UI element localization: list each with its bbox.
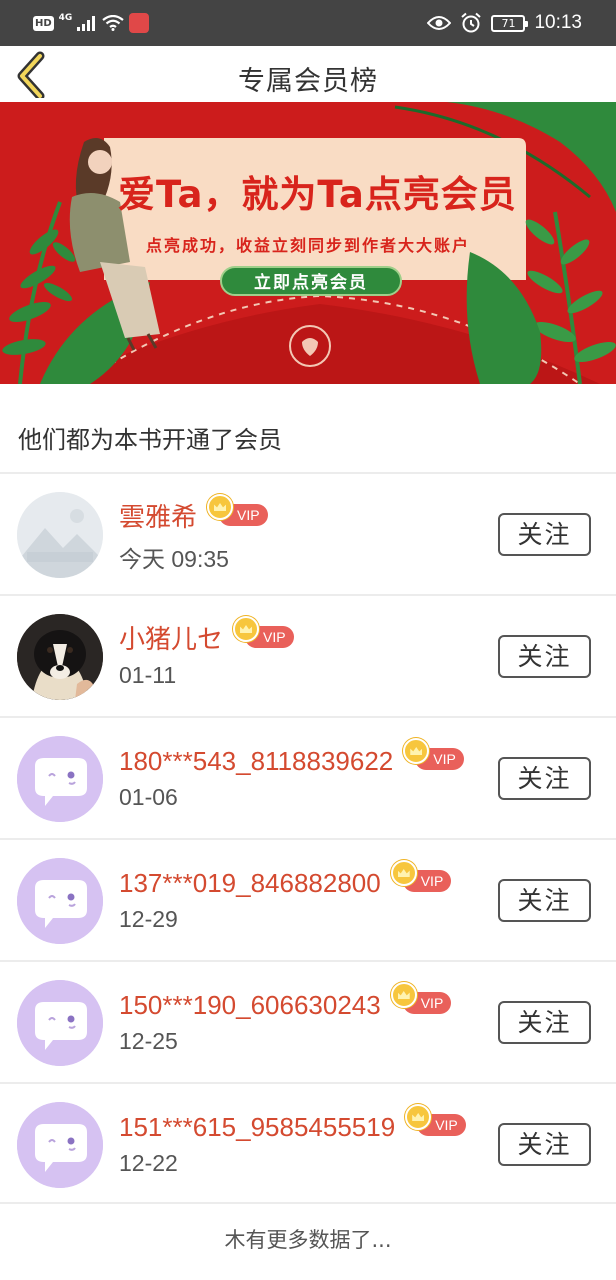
crown-icon xyxy=(390,982,417,1008)
list-item: 137***019_846882800 VIP 12-29 关注 xyxy=(0,840,616,960)
section-title: 他们都为本书开通了会员 xyxy=(18,426,282,454)
vip-badge: VIP xyxy=(405,1104,466,1136)
page-title: 专属会员榜 xyxy=(238,66,378,97)
chat-bubble-face-icon xyxy=(17,858,103,944)
member-time: 12-29 xyxy=(119,906,178,932)
promo-banner[interactable]: 爱Ta，就为Ta点亮会员 点亮成功，收益立刻同步到作者大大账户 立即点亮会员 xyxy=(0,102,616,384)
header: 专属会员榜 xyxy=(0,46,616,102)
list-item: 180***543_8118839622 VIP 01-06 关注 xyxy=(0,718,616,838)
list-item: 151***615_9585455519 VIP 12-22 关注 xyxy=(0,1084,616,1204)
avatar[interactable] xyxy=(17,980,103,1066)
banner-title: 爱Ta，就为Ta点亮会员 xyxy=(118,173,517,216)
battery-icon: 71 xyxy=(491,14,529,32)
member-name: 137***019_846882800 VIP xyxy=(119,860,452,899)
avatar[interactable] xyxy=(17,492,103,578)
member-name: 180***543_8118839622 VIP xyxy=(119,738,464,777)
member-time: 01-06 xyxy=(119,784,178,810)
vip-badge: VIP xyxy=(233,616,294,648)
follow-button[interactable]: 关注 xyxy=(498,1123,591,1166)
status-bar: HD 4G 71 10:13 xyxy=(0,0,616,46)
chat-bubble-face-icon xyxy=(17,736,103,822)
member-time: 12-22 xyxy=(119,1150,178,1176)
avatar[interactable] xyxy=(17,736,103,822)
vip-badge: VIP xyxy=(390,982,452,1014)
member-time: 01-11 xyxy=(119,662,177,688)
activate-membership-button[interactable]: 立即点亮会员 xyxy=(220,266,402,296)
dog-photo-icon xyxy=(17,614,103,700)
landscape-placeholder-icon xyxy=(17,492,103,578)
follow-button[interactable]: 关注 xyxy=(498,513,591,556)
divider xyxy=(0,1202,616,1204)
vip-badge: VIP xyxy=(390,860,452,892)
member-name: 雲雅希 VIP xyxy=(119,494,268,534)
follow-button[interactable]: 关注 xyxy=(498,879,591,922)
avatar[interactable] xyxy=(17,614,103,700)
status-bar-left: HD 4G xyxy=(33,12,150,34)
crown-icon xyxy=(390,860,417,886)
no-more-data-text: 木有更多数据了... xyxy=(224,1228,392,1252)
crown-icon xyxy=(207,494,234,520)
status-bar-right: 71 10:13 xyxy=(427,10,582,36)
follow-button[interactable]: 关注 xyxy=(498,1001,591,1044)
member-name: 小猪儿セ VIP xyxy=(119,616,294,656)
app-notification-icon xyxy=(129,13,150,33)
eye-icon xyxy=(427,16,452,30)
banner-subtitle: 点亮成功，收益立刻同步到作者大大账户 xyxy=(146,236,471,255)
member-name: 150***190_606630243 VIP xyxy=(119,982,452,1021)
alarm-icon xyxy=(461,12,482,33)
network-type: 4G xyxy=(58,13,73,23)
member-time: 今天 09:35 xyxy=(119,546,229,572)
wifi-icon xyxy=(102,15,125,31)
follow-button[interactable]: 关注 xyxy=(498,757,591,800)
hd-icon: HD xyxy=(33,15,54,31)
list-item: 雲雅希 VIP 今天 09:35 关注 xyxy=(0,474,616,594)
member-name: 151***615_9585455519 VIP xyxy=(119,1104,466,1143)
crown-icon xyxy=(233,616,260,642)
avatar[interactable] xyxy=(17,1102,103,1188)
vip-badge: VIP xyxy=(403,738,464,770)
list-item: 150***190_606630243 VIP 12-25 关注 xyxy=(0,962,616,1082)
chat-bubble-face-icon xyxy=(17,980,103,1066)
vip-badge: VIP xyxy=(207,494,268,526)
signal-icon xyxy=(77,16,96,31)
avatar[interactable] xyxy=(17,858,103,944)
chat-bubble-face-icon xyxy=(17,1102,103,1188)
member-time: 12-25 xyxy=(119,1028,178,1054)
crown-icon xyxy=(405,1104,432,1130)
clock: 10:13 xyxy=(534,12,582,33)
list-item: 小猪儿セ VIP 01-11 关注 xyxy=(0,596,616,716)
follow-button[interactable]: 关注 xyxy=(498,635,591,678)
